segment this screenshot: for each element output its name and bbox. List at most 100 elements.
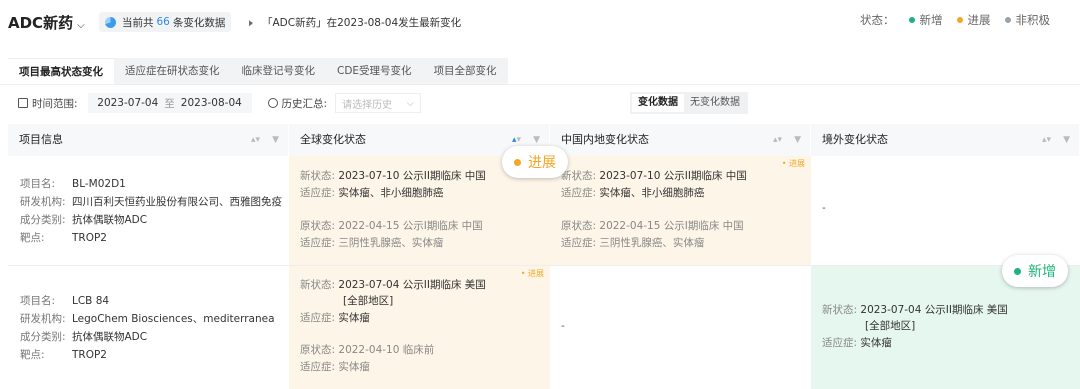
project-target: TROP2 — [72, 231, 107, 244]
new-status: 新状态: 2023-07-04 公示II期临床 美国 — [300, 279, 486, 291]
filter-bar: 时间范围: 2023-07-04 至 2023-08-04 历史汇总: 请选择历… — [18, 92, 1078, 114]
clock-icon — [267, 98, 278, 108]
pie-icon — [105, 16, 116, 28]
new-status-region: [全部地区] — [865, 320, 916, 332]
legend-new: 新增 — [908, 12, 943, 28]
overseas-status-cell: - — [811, 156, 1080, 265]
speaker-icon: 🕨 — [246, 17, 253, 29]
filter-icon[interactable]: ▼ — [794, 124, 801, 156]
legend-inactive: 非积极 — [1004, 12, 1050, 28]
data-toggle: 变化数据 无变化数据 — [630, 92, 748, 114]
tab-highest-status[interactable]: 项目最高状态变化 — [8, 58, 114, 84]
old-status: 原状态: 2022-04-15 公示I期临床 中国 — [561, 220, 744, 232]
toggle-unchanged-data[interactable]: 无变化数据 — [684, 94, 746, 112]
chevron-down-icon: ⌵ — [406, 97, 415, 109]
empty-value: - — [561, 320, 565, 332]
progress-tag: • 进展 — [781, 159, 805, 168]
project-type: 抗体偶联物ADC — [72, 213, 148, 226]
project-org: 四川百利天恒药业股份有限公司、西雅图免疫 — [72, 195, 282, 208]
project-target-line: 靶点: TROP2 — [20, 346, 289, 364]
new-callout: 新增 — [1002, 255, 1068, 287]
project-type-line: 成分类别: 抗体偶联物ADC — [20, 328, 289, 346]
column-header-china[interactable]: 中国内地变化状态 ▴▾ ▼ — [550, 124, 811, 156]
toggle-changed-data[interactable]: 变化数据 — [632, 94, 684, 112]
history-select[interactable]: 请选择历史 ⌵ — [335, 93, 422, 113]
old-indication: 适应症: 实体瘤 — [300, 361, 370, 373]
new-indication: 适应症: 实体瘤 — [300, 312, 370, 324]
tab-all-changes[interactable]: 项目全部变化 — [422, 58, 508, 84]
date-range-picker[interactable]: 2023-07-04 至 2023-08-04 — [87, 93, 252, 113]
notice-text: 「ADC新药」在2023-08-04发生最新变化 — [262, 17, 462, 29]
global-status-cell: • 进展 新状态: 2023-07-04 公示II期临床 美国 [全部地区] 适… — [289, 266, 550, 389]
new-indication: 适应症: 实体瘤、非小细胞肺癌 — [561, 187, 705, 199]
column-label: 境外变化状态 — [822, 133, 888, 146]
china-status-cell: • 进展 新状态: 2023-07-10 公示II期临床 中国 适应症: 实体瘤… — [550, 156, 811, 265]
new-status: 新状态: 2023-07-10 公示II期临床 中国 — [300, 170, 486, 182]
new-status: 新状态: 2023-07-04 公示II期临床 美国 — [822, 304, 1008, 316]
range-separator: 至 — [164, 97, 175, 110]
project-info-cell: 项目名: LCB 84 研发机构: LegoChem Biosciences、med… — [8, 266, 289, 389]
page-title[interactable]: ADC新药 ⌵ — [8, 12, 85, 33]
old-indication: 适应症: 三阴性乳腺癌、实体瘤 — [300, 237, 444, 249]
start-date: 2023-07-04 — [97, 97, 159, 109]
table-row[interactable]: 项目名: LCB 84 研发机构: LegoChem Biosciences、med… — [8, 266, 1080, 389]
counter-prefix: 当前共 — [122, 16, 154, 29]
project-name-line: 项目名: LCB 84 — [20, 292, 289, 310]
column-label: 中国内地变化状态 — [561, 133, 649, 146]
old-status: 原状态: 2022-04-15 公示I期临床 中国 — [300, 220, 483, 232]
tab-indication-status[interactable]: 适应症在研状态变化 — [114, 58, 231, 84]
filter-icon[interactable]: ▼ — [272, 124, 279, 156]
page-title-text: ADC新药 — [8, 14, 74, 32]
tab-cde-acceptance[interactable]: CDE受理号变化 — [326, 58, 423, 84]
project-name: BL-M02D1 — [72, 177, 126, 190]
legend-label: 状态： — [860, 13, 895, 27]
project-name-line: 项目名: BL-M02D1 — [20, 175, 289, 193]
dot-icon — [1004, 17, 1011, 23]
time-range-label: 时间范围: — [32, 97, 78, 110]
project-org-line: 研发机构: 四川百利天恒药业股份有限公司、西雅图免疫 — [20, 193, 289, 211]
project-name: LCB 84 — [72, 294, 110, 307]
project-info-cell: 项目名: BL-M02D1 研发机构: 四川百利天恒药业股份有限公司、西雅图免疫 成… — [8, 156, 289, 265]
empty-value: - — [822, 202, 826, 214]
old-indication: 适应症: 三阴性乳腺癌、实体瘤 — [561, 237, 705, 249]
progress-callout: 进展 — [502, 146, 568, 178]
status-legend: 状态： 新增 进展 非积极 — [846, 12, 1050, 28]
progress-tag: • 进展 — [520, 269, 544, 278]
filter-icon[interactable]: ▼ — [1063, 124, 1070, 156]
sort-icon[interactable]: ▴▾ — [251, 124, 260, 156]
change-counter: 当前共 66 条变化数据 — [99, 12, 232, 32]
column-label: 全球变化状态 — [300, 133, 366, 146]
dot-icon — [956, 17, 963, 23]
new-indication: 适应症: 实体瘤 — [822, 337, 892, 349]
column-header-overseas[interactable]: 境外变化状态 ▴▾ ▼ — [811, 124, 1080, 156]
end-date: 2023-08-04 — [180, 97, 242, 109]
column-label: 项目信息 — [19, 133, 63, 146]
top-bar: ADC新药 ⌵ 当前共 66 条变化数据 🕨 「ADC新药」在2023-08-04发… — [0, 0, 1080, 52]
project-target-line: 靶点: TROP2 — [20, 229, 289, 247]
legend-progress: 进展 — [956, 12, 991, 28]
tab-bar: 项目最高状态变化 适应症在研状态变化 临床登记号变化 CDE受理号变化 项目全部… — [8, 58, 508, 84]
project-target: TROP2 — [72, 348, 107, 361]
project-org: LegoChem Biosciences、mediterranea — [72, 312, 275, 325]
history-label: 历史汇总: — [281, 97, 328, 110]
update-notice: 🕨 「ADC新药」在2023-08-04发生最新变化 — [246, 15, 466, 31]
divider — [0, 84, 1080, 85]
sort-icon[interactable]: ▴▾ — [1042, 124, 1051, 156]
counter-count: 66 — [156, 16, 170, 28]
sort-icon[interactable]: ▴▾ — [773, 124, 782, 156]
new-indication: 适应症: 实体瘤、非小细胞肺癌 — [300, 187, 444, 199]
old-status: 原状态: 2022-04-10 临床前 — [300, 344, 435, 356]
project-type: 抗体偶联物ADC — [72, 330, 148, 343]
new-status-region: [全部地区] — [343, 295, 394, 307]
tab-clinical-registration[interactable]: 临床登记号变化 — [230, 58, 326, 84]
history-placeholder: 请选择历史 — [342, 99, 393, 111]
column-header-project[interactable]: 项目信息 ▴▾ ▼ — [8, 124, 289, 156]
dot-icon — [1014, 267, 1021, 275]
counter-suffix: 条变化数据 — [172, 16, 226, 29]
project-org-line: 研发机构: LegoChem Biosciences、mediterranea — [20, 310, 289, 328]
new-status: 新状态: 2023-07-10 公示II期临床 中国 — [561, 170, 747, 182]
calendar-icon — [18, 98, 28, 108]
chevron-down-icon[interactable]: ⌵ — [77, 20, 85, 31]
china-status-cell: - — [550, 266, 811, 389]
dot-icon — [514, 158, 521, 166]
